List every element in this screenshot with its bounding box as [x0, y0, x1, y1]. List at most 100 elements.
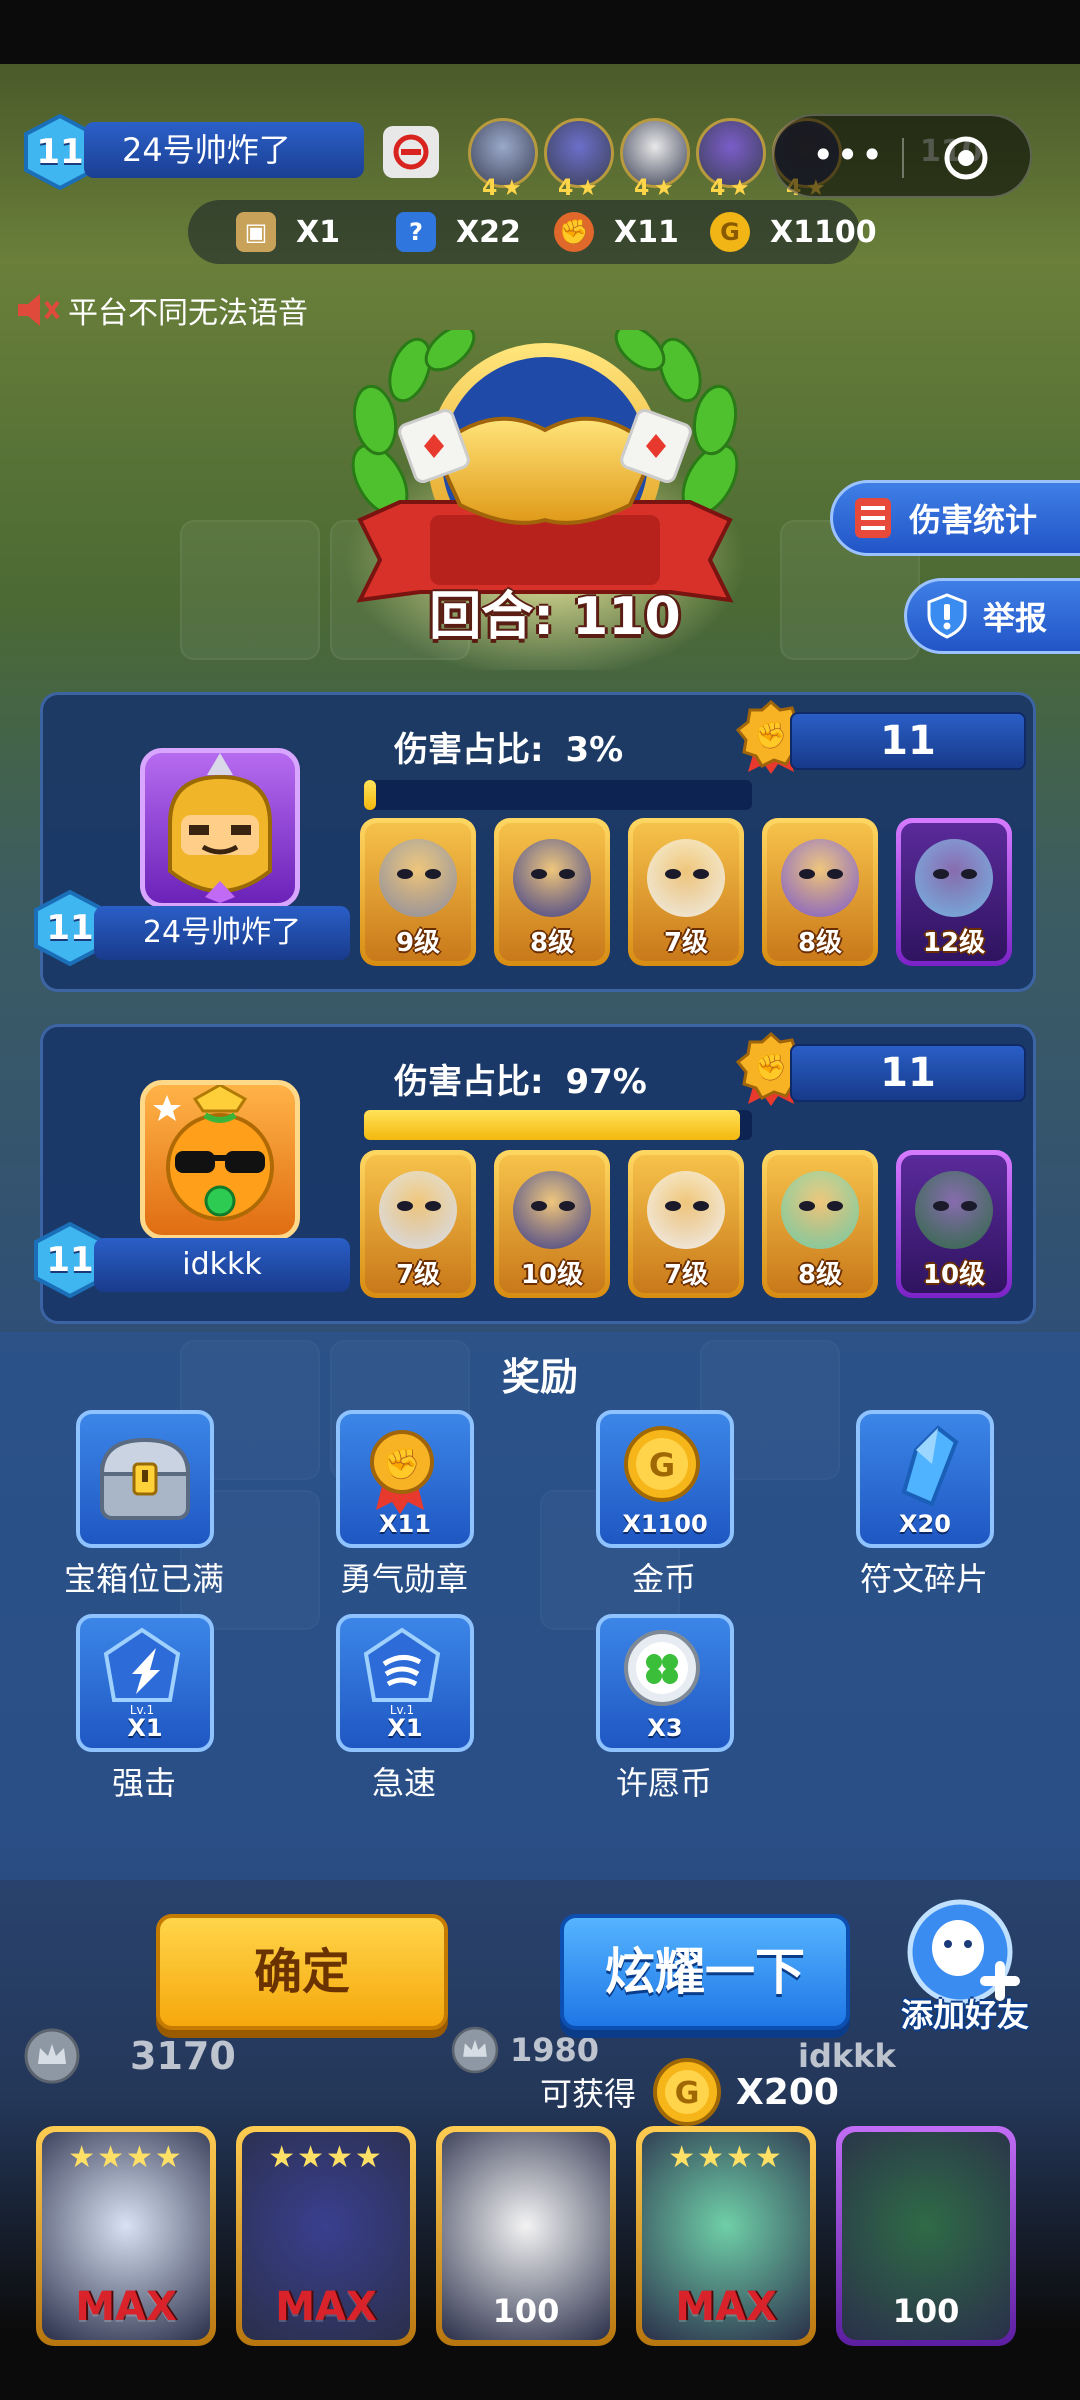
reward-qty-strike: X1	[127, 1714, 163, 1742]
unit-eye	[559, 869, 575, 879]
unit-card[interactable]: 8级	[494, 818, 610, 966]
deck-card-max-label: MAX	[275, 2284, 377, 2330]
deck-card-stars: ★★★★	[268, 2140, 384, 2175]
resource-medal-qty: X11	[614, 214, 679, 250]
reward-tile-medal[interactable]: ✊ X11	[336, 1410, 474, 1548]
reward-name-chest: 宝箱位已满	[63, 1560, 224, 1598]
deck-card-portrait: ★★★★ MAX	[242, 2132, 410, 2340]
unit-portrait-icon	[915, 839, 993, 917]
unit-eye	[425, 869, 441, 879]
deck-card-cost: 100	[892, 2292, 960, 2330]
damage-share-fill	[364, 1110, 741, 1140]
resource-medal: ✊ X11	[554, 210, 679, 254]
damage-stats-label: 伤害统计	[909, 501, 1038, 539]
opponent-hero-stars: 4	[558, 176, 574, 201]
avatar[interactable]	[140, 748, 300, 908]
player-score-self: 11	[790, 712, 1026, 770]
unit-level-label: 7级	[663, 1260, 709, 1290]
unit-eye	[693, 1201, 709, 1211]
reward-tile-rune[interactable]: X20	[856, 1410, 994, 1548]
unit-portrait-icon	[915, 1171, 993, 1249]
unit-card-inner: 7级	[633, 823, 739, 961]
mute-button[interactable]	[383, 126, 439, 178]
round-banner-text: 回合: 110	[429, 587, 681, 647]
unit-card-inner: 10级	[499, 1155, 605, 1293]
unit-card-inner: 8级	[499, 823, 605, 961]
deck-card-max-label: MAX	[75, 2284, 177, 2330]
damage-stats-icon	[851, 494, 895, 542]
damage-share-label: 伤害占比: 3%	[394, 722, 623, 771]
reward-tile-chest[interactable]	[76, 1410, 214, 1548]
deck-card-portrait: 100	[842, 2132, 1010, 2340]
unit-eye	[799, 869, 815, 879]
unit-portrait-icon	[379, 839, 457, 917]
deck-card[interactable]: ★★★★ MAX	[36, 2126, 216, 2346]
rewards-title: 奖励	[501, 1355, 578, 1399]
unit-eye	[827, 1201, 843, 1211]
more-icon[interactable]: •••	[812, 136, 885, 174]
left-crown-count: 3170	[20, 2026, 236, 2086]
damage-stats-button[interactable]: 伤害统计	[830, 480, 1080, 556]
unit-eye	[933, 869, 949, 879]
player-name-opponent: idkkk	[94, 1238, 350, 1292]
report-label: 举报	[983, 599, 1048, 637]
deck-card-cost: 100	[492, 2292, 560, 2330]
gold-coin-icon: G	[624, 1426, 700, 1502]
unit-level-label: 7级	[395, 1260, 441, 1290]
report-button[interactable]: 举报	[904, 578, 1080, 654]
player-level-text: 11	[46, 1240, 94, 1280]
confirm-button[interactable]: 确定	[156, 1914, 448, 2030]
star-icon: ★	[578, 176, 598, 201]
left-crown-value: 3170	[130, 2034, 236, 2078]
treasure-chest-icon	[99, 1437, 191, 1520]
unit-card-inner: 10级	[901, 1155, 1007, 1293]
unit-card[interactable]: 7级	[360, 1150, 476, 1298]
voice-notice-text: 平台不同无法语音	[68, 296, 308, 331]
unit-level-label: 8级	[529, 928, 575, 958]
capsule-divider	[902, 138, 904, 178]
unit-card[interactable]: 7级	[628, 818, 744, 966]
deck-card[interactable]: ★★★★ MAX	[236, 2126, 416, 2346]
unit-level-label: 10级	[922, 1260, 986, 1290]
damage-share-value: 97%	[565, 1062, 647, 1102]
reward-name-haste: 急速	[371, 1764, 436, 1802]
unit-card[interactable]: 10级	[896, 1150, 1012, 1298]
reward-name-medal: 勇气勋章	[339, 1560, 468, 1598]
reward-tile-haste[interactable]: Lv.1 X1	[336, 1614, 474, 1752]
unit-level-label: 8级	[797, 928, 843, 958]
deck-card[interactable]: 100	[836, 2126, 1016, 2346]
avatar[interactable]	[140, 1080, 300, 1240]
star-icon: ★	[502, 176, 522, 201]
close-target-icon[interactable]	[942, 134, 990, 182]
courage-medal-icon: ✊	[554, 212, 594, 252]
star-icon: ★	[654, 176, 674, 201]
unit-card[interactable]: 7级	[628, 1150, 744, 1298]
unit-card[interactable]: 8级	[762, 818, 878, 966]
player-name-pill[interactable]: 24号帅炸了	[84, 122, 364, 178]
gold-coin-icon: G	[710, 212, 750, 252]
unit-card[interactable]: 8级	[762, 1150, 878, 1298]
voice-unavailable-notice: 平台不同无法语音	[16, 288, 308, 332]
unit-eye	[425, 1201, 441, 1211]
deck-card[interactable]: 100	[436, 2126, 616, 2346]
show-off-button[interactable]: 炫耀一下	[560, 1914, 850, 2030]
reward-tile-strike[interactable]: Lv.1 X1	[76, 1614, 214, 1752]
earn-label: 可获得	[540, 2075, 637, 2113]
reward-tile-wish[interactable]: X3	[596, 1614, 734, 1752]
add-friend-label: 添加好友	[900, 1996, 1029, 2034]
resource-gem-qty: X22	[456, 214, 521, 250]
svg-text:G: G	[649, 1446, 675, 1484]
unit-card[interactable]: 10级	[494, 1150, 610, 1298]
resource-gem: ? X22	[396, 210, 521, 254]
unit-portrait-icon	[647, 839, 725, 917]
unit-card-inner: 8级	[767, 1155, 873, 1293]
unit-card[interactable]: 9级	[360, 818, 476, 966]
damage-share-fill	[364, 780, 376, 810]
unit-eye	[827, 869, 843, 879]
deck-card[interactable]: ★★★★ MAX	[636, 2126, 816, 2346]
svg-text:✊: ✊	[755, 1053, 787, 1083]
unit-card[interactable]: 12级	[896, 818, 1012, 966]
reward-tile-gold[interactable]: G X1100	[596, 1410, 734, 1548]
treasure-chest-icon: ▣	[236, 212, 276, 252]
player-score-opponent: 11	[790, 1044, 1026, 1102]
